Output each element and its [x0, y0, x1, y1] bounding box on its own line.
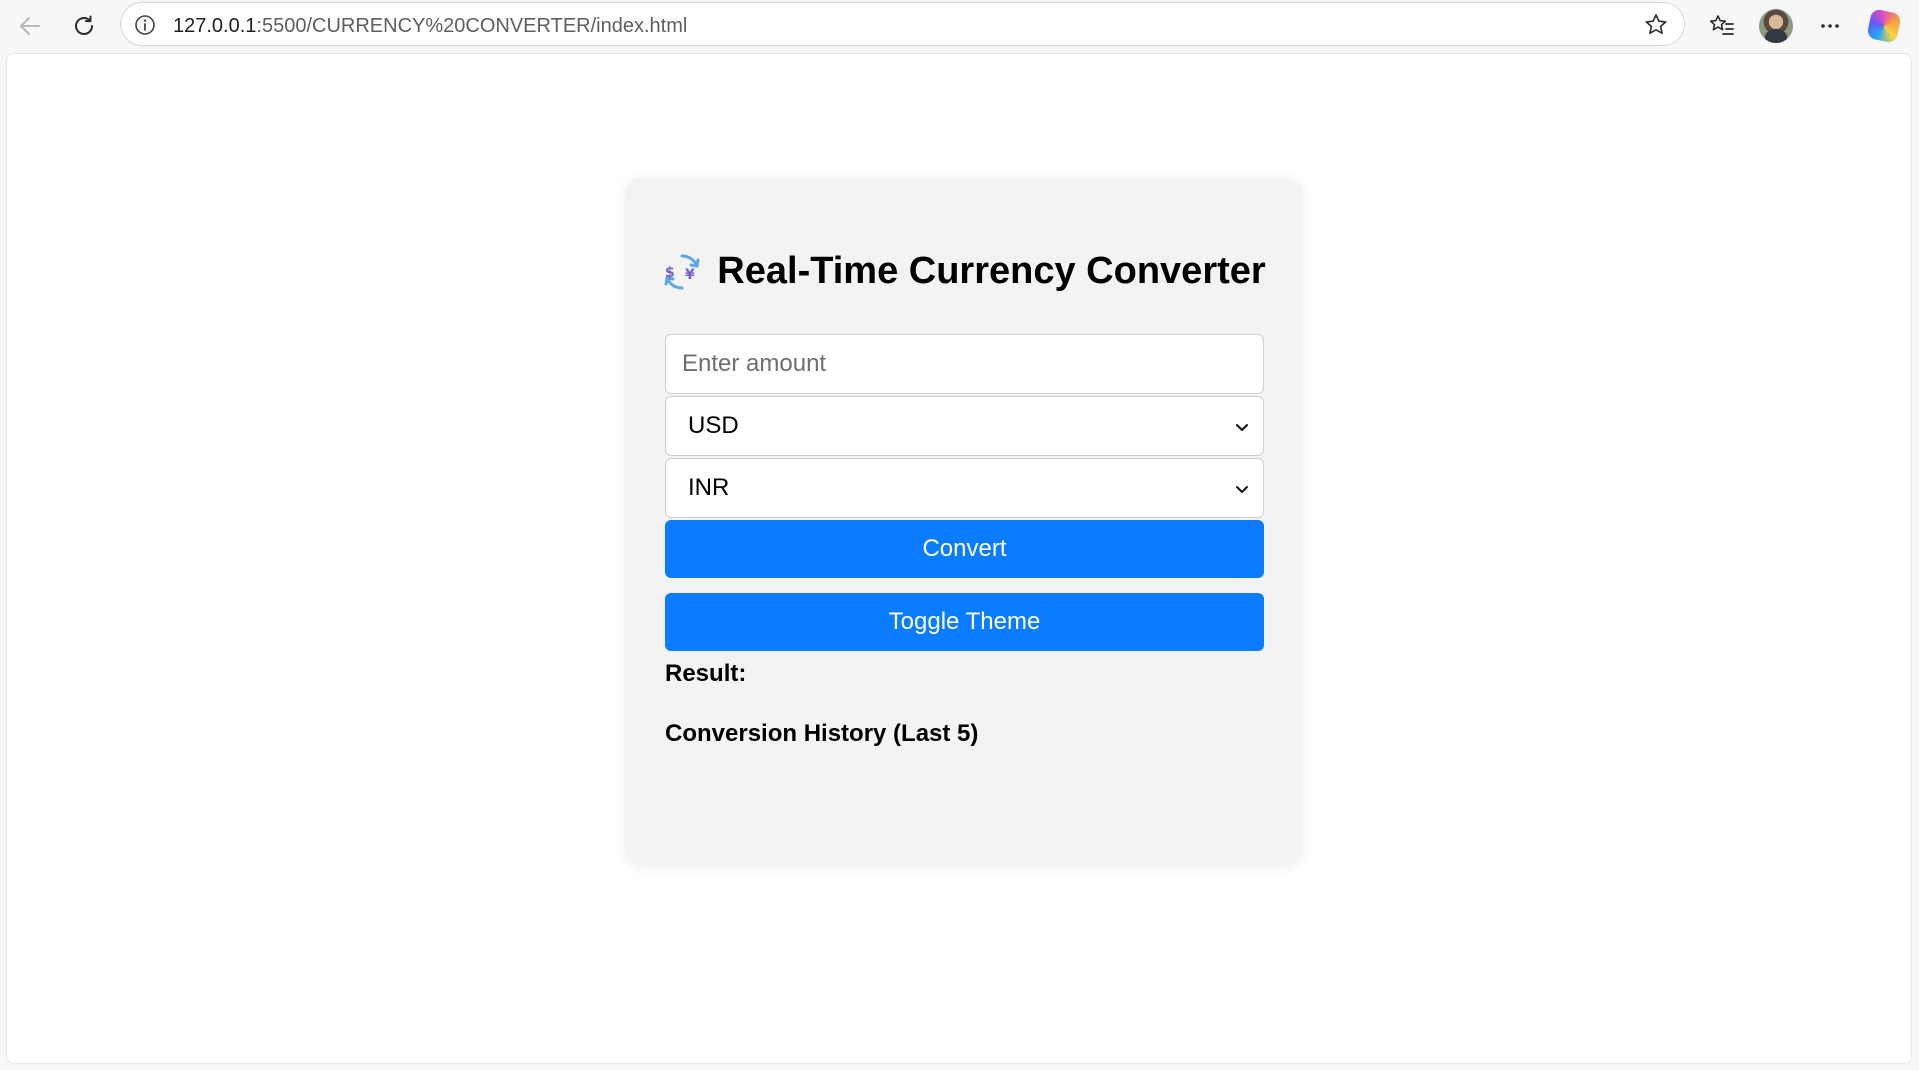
site-info-button[interactable]	[133, 13, 157, 37]
svg-text:$: $	[665, 265, 675, 281]
add-favorite-button[interactable]	[1642, 11, 1670, 39]
toggle-theme-button[interactable]: Toggle Theme	[665, 593, 1264, 651]
converter-card: $ ¥ Real-Time Currency Converter USD INR…	[625, 178, 1302, 864]
to-currency-select[interactable]: INR	[665, 458, 1264, 518]
site-info-icon	[135, 15, 155, 35]
url-path: :5500/CURRENCY%20CONVERTER/index.html	[256, 15, 688, 37]
convert-button-label: Convert	[922, 535, 1007, 562]
back-button[interactable]	[12, 8, 48, 44]
more-options-icon	[1821, 24, 1839, 28]
url-host: 127.0.0.1	[173, 15, 257, 37]
address-bar[interactable]: 127.0.0.1:5500/CURRENCY%20CONVERTER/inde…	[120, 2, 1685, 46]
refresh-button[interactable]	[66, 8, 102, 44]
url-text[interactable]: 127.0.0.1:5500/CURRENCY%20CONVERTER/inde…	[173, 15, 687, 38]
convert-button[interactable]: Convert	[665, 520, 1264, 578]
copilot-button[interactable]	[1866, 8, 1902, 44]
favorites-list-icon	[1709, 15, 1734, 35]
currency-exchange-icon: $ ¥	[661, 251, 703, 293]
to-currency-value: INR	[688, 474, 730, 501]
favorite-star-icon	[1645, 14, 1667, 34]
title-row: $ ¥ Real-Time Currency Converter	[625, 250, 1302, 293]
page-title: Real-Time Currency Converter	[717, 250, 1266, 292]
favorites-button[interactable]	[1704, 8, 1740, 44]
page-viewport: $ ¥ Real-Time Currency Converter USD INR…	[6, 53, 1912, 1064]
back-arrow-icon	[20, 17, 40, 35]
svg-text:¥: ¥	[685, 267, 695, 283]
history-heading: Conversion History (Last 5)	[665, 720, 979, 747]
refresh-icon	[75, 15, 93, 35]
copilot-icon	[1866, 8, 1902, 44]
amount-input[interactable]	[665, 334, 1264, 394]
from-currency-select[interactable]: USD	[665, 396, 1264, 456]
browser-toolbar: 127.0.0.1:5500/CURRENCY%20CONVERTER/inde…	[0, 0, 1919, 52]
profile-avatar	[1759, 9, 1793, 43]
chevron-down-icon	[1236, 424, 1248, 431]
chevron-down-icon	[1236, 486, 1248, 493]
profile-button[interactable]	[1758, 8, 1794, 44]
toggle-theme-button-label: Toggle Theme	[888, 608, 1041, 635]
result-label: Result:	[665, 660, 747, 687]
from-currency-value: USD	[688, 412, 739, 439]
more-options-button[interactable]	[1812, 8, 1848, 44]
